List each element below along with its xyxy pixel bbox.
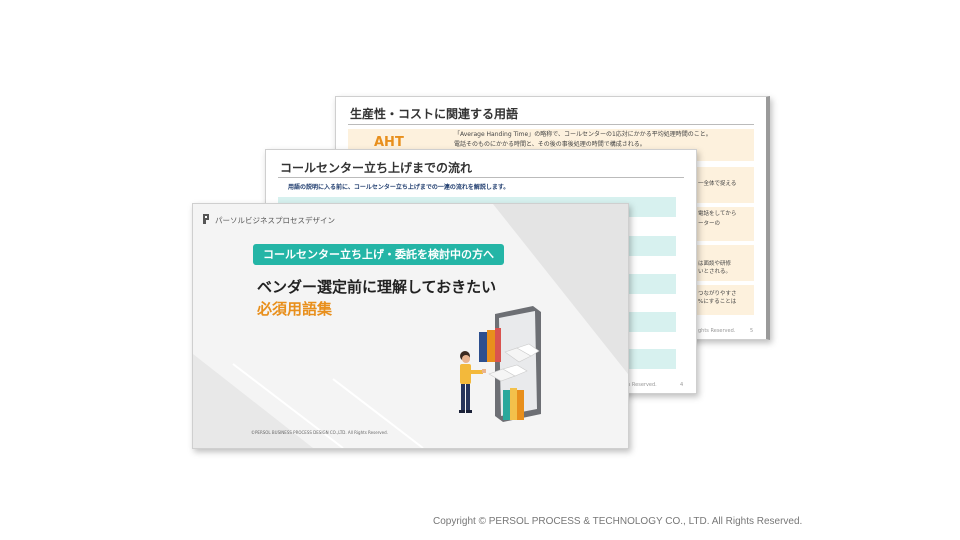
slide-title: 生産性・コストに関連する用語 — [350, 107, 519, 121]
page-number: 5 — [750, 328, 754, 334]
page-number: 4 — [680, 382, 684, 388]
text-fragment: %にすることは — [698, 299, 737, 305]
text-fragment: いとされる。 — [698, 269, 732, 275]
audience-tag: コールセンター立ち上げ・委託を検討中の方へ — [253, 244, 504, 265]
text-fragment: 電話をしてから — [698, 211, 737, 217]
text-fragment: ーターの — [698, 221, 721, 227]
text-fragment: つながりやすさ — [698, 291, 737, 297]
text-fragment: 一全体で捉える — [698, 181, 737, 187]
slide-thumbnail-cover: パーソルビジネスプロセスデザイン コールセンター立ち上げ・委託を検討中の方へ ベ… — [192, 203, 629, 449]
title-divider — [348, 124, 754, 125]
cover-title: ベンダー選定前に理解しておきたい — [257, 278, 497, 296]
slide-copyright: ©PERSOL BUSINESS PROCESS DESIGN CO.,LTD.… — [251, 430, 388, 435]
slide-subtitle: 用語の説明に入る前に、コールセンター立ち上げまでの一連の流れを解説します。 — [288, 184, 510, 191]
slide-footer-note: ghts Reserved. — [698, 328, 736, 334]
term-label: AHT — [374, 135, 404, 150]
company-name: パーソルビジネスプロセスデザイン — [215, 216, 335, 225]
title-divider — [278, 177, 684, 178]
page-copyright: Copyright © PERSOL PROCESS & TECHNOLOGY … — [433, 516, 803, 527]
slide-title: コールセンター立ち上げまでの流れ — [280, 161, 473, 175]
person-reading-books-illustration — [459, 306, 541, 422]
text-fragment: は面談や研修 — [698, 261, 732, 267]
cover-title-highlight: 必須用語集 — [257, 300, 333, 318]
term-description-line: 「Average Handing Time」の略称で、コールセンターの1応対にか… — [454, 131, 712, 138]
term-description: 「Average Handing Time」の略称で、コールセンターの1応対にか… — [454, 130, 754, 150]
company-logo-icon — [203, 214, 209, 224]
